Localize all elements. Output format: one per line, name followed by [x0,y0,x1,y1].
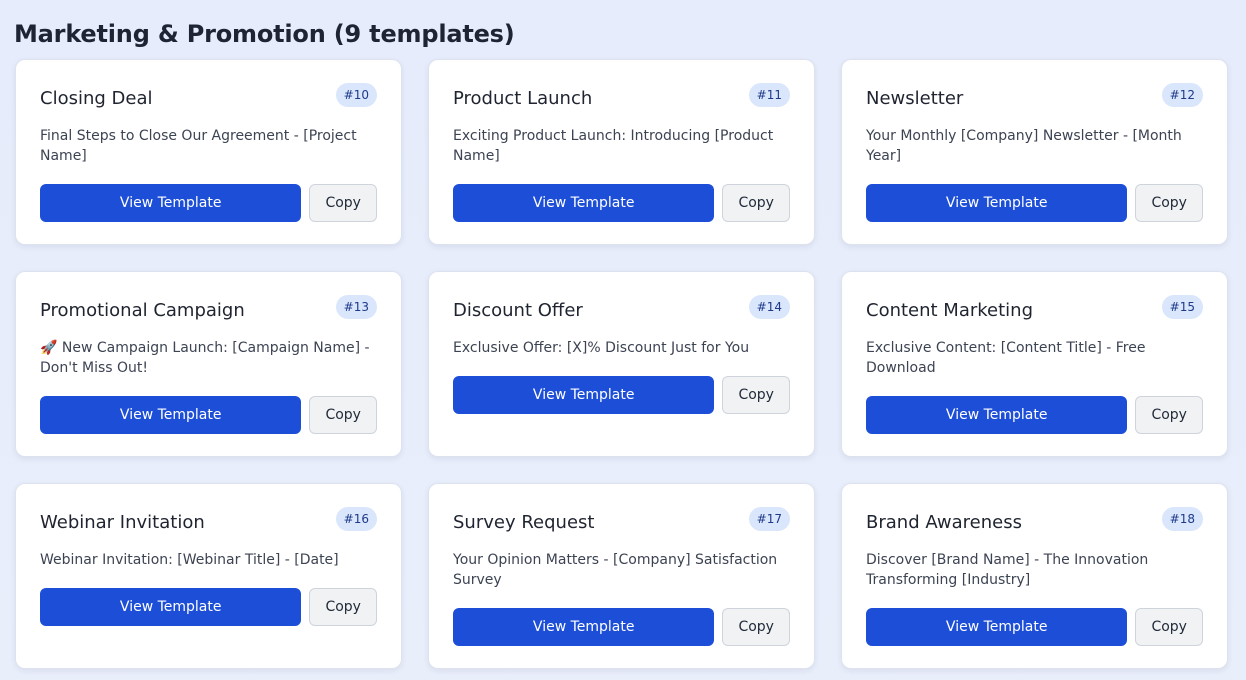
card-actions: View Template Copy [453,184,790,222]
template-title: Content Marketing [866,300,1034,321]
copy-button[interactable]: Copy [722,376,790,414]
template-card-brand-awareness: Brand Awareness #18 Discover [Brand Name… [841,483,1228,669]
view-template-button[interactable]: View Template [866,184,1128,222]
copy-button[interactable]: Copy [309,588,377,626]
copy-button[interactable]: Copy [722,184,790,222]
template-number-badge: #14 [748,295,790,319]
template-subject: Exclusive Offer: [X]% Discount Just for … [453,340,750,356]
view-template-button[interactable]: View Template [453,184,715,222]
template-number-badge: #10 [335,83,377,107]
copy-button[interactable]: Copy [1135,608,1203,646]
template-number-badge: #11 [748,83,790,107]
template-subject: Discover [Brand Name] - The Innovation T… [866,552,1149,588]
template-number-badge: #16 [335,507,377,531]
view-template-button[interactable]: View Template [40,396,302,434]
template-title: Webinar Invitation [40,512,205,533]
card-actions: View Template Copy [866,608,1203,646]
template-subject: Exclusive Content: [Content Title] - Fre… [866,340,1146,376]
template-subject: Final Steps to Close Our Agreement - [Pr… [40,128,357,164]
template-title: Closing Deal [40,88,153,109]
template-card-newsletter: Newsletter #12 Your Monthly [Company] Ne… [841,59,1228,245]
card-actions: View Template Copy [40,396,377,434]
template-number-badge: #13 [335,295,377,319]
template-card-content-marketing: Content Marketing #15 Exclusive Content:… [841,271,1228,457]
template-title: Brand Awareness [866,512,1022,533]
view-template-button[interactable]: View Template [866,396,1128,434]
template-card-survey-request: Survey Request #17 Your Opinion Matters … [428,483,815,669]
template-card-discount-offer: Discount Offer #14 Exclusive Offer: [X]%… [428,271,815,457]
card-actions: View Template Copy [866,396,1203,434]
view-template-button[interactable]: View Template [453,376,715,414]
template-title: Product Launch [453,88,593,109]
template-subject: 🚀 New Campaign Launch: [Campaign Name] -… [40,340,370,376]
copy-button[interactable]: Copy [309,396,377,434]
template-number-badge: #15 [1161,295,1203,319]
template-title: Newsletter [866,88,964,109]
template-grid: Closing Deal #10 Final Steps to Close Ou… [15,59,1228,669]
template-card-webinar-invitation: Webinar Invitation #16 Webinar Invitatio… [15,483,402,669]
template-subject: Your Opinion Matters - [Company] Satisfa… [453,552,778,588]
section-title: Marketing & Promotion (9 templates) [14,20,515,48]
card-actions: View Template Copy [453,608,790,646]
copy-button[interactable]: Copy [1135,396,1203,434]
view-template-button[interactable]: View Template [40,588,302,626]
template-card-product-launch: Product Launch #11 Exciting Product Laun… [428,59,815,245]
template-title: Survey Request [453,512,595,533]
template-title: Discount Offer [453,300,583,321]
view-template-button[interactable]: View Template [40,184,302,222]
card-actions: View Template Copy [40,184,377,222]
view-template-button[interactable]: View Template [453,608,715,646]
template-subject: Webinar Invitation: [Webinar Title] - [D… [40,552,339,568]
copy-button[interactable]: Copy [1135,184,1203,222]
view-template-button[interactable]: View Template [866,608,1128,646]
template-title: Promotional Campaign [40,300,245,321]
card-actions: View Template Copy [866,184,1203,222]
copy-button[interactable]: Copy [309,184,377,222]
template-number-badge: #18 [1161,507,1203,531]
template-subject: Exciting Product Launch: Introducing [Pr… [453,128,774,164]
card-actions: View Template Copy [453,376,790,414]
template-number-badge: #12 [1161,83,1203,107]
template-subject: Your Monthly [Company] Newsletter - [Mon… [866,128,1182,164]
card-actions: View Template Copy [40,588,377,626]
template-card-closing-deal: Closing Deal #10 Final Steps to Close Ou… [15,59,402,245]
template-number-badge: #17 [748,507,790,531]
template-card-promotional-campaign: Promotional Campaign #13 🚀 New Campaign … [15,271,402,457]
copy-button[interactable]: Copy [722,608,790,646]
